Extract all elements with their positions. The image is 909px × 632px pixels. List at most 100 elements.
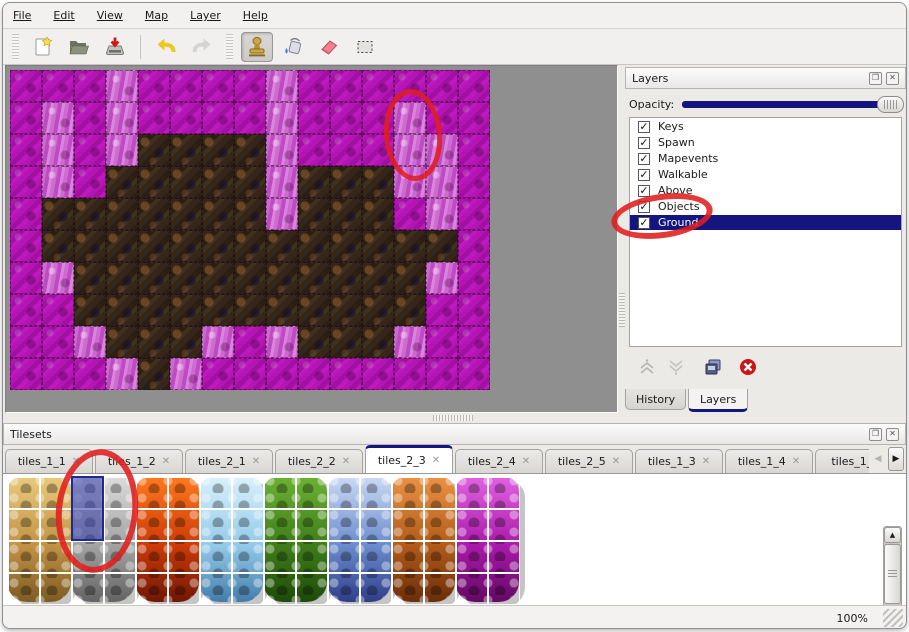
map-tile-pink-pillar[interactable] [266, 166, 298, 198]
map-tile-magenta-ground[interactable] [10, 134, 42, 166]
map-tile-dark-dirt[interactable] [138, 326, 170, 358]
scroll-tabs-right-icon[interactable]: ▶ [888, 447, 904, 471]
map-tile-magenta-ground[interactable] [10, 70, 42, 102]
opacity-slider-handle[interactable] [877, 96, 904, 113]
map-tile-magenta-ground[interactable] [234, 358, 266, 390]
map-tile-dark-dirt[interactable] [234, 230, 266, 262]
map-tile-magenta-ground[interactable] [170, 102, 202, 134]
map-tile-dark-dirt[interactable] [170, 166, 202, 198]
map-canvas[interactable] [10, 70, 490, 390]
map-tile-dark-dirt[interactable] [266, 262, 298, 294]
close-tab-icon[interactable]: ✕ [702, 456, 710, 467]
move-layer-up-icon[interactable] [637, 357, 657, 380]
redo-button[interactable] [186, 32, 218, 62]
layer-checkbox[interactable]: ✓ [638, 201, 650, 213]
map-tile-magenta-ground[interactable] [266, 358, 298, 390]
map-tile-dark-dirt[interactable] [106, 294, 138, 326]
toolbar-grip[interactable] [12, 34, 19, 60]
map-tile-dark-dirt[interactable] [74, 262, 106, 294]
map-tile-magenta-ground[interactable] [42, 70, 74, 102]
map-tile-magenta-ground[interactable] [458, 358, 490, 390]
map-tile-magenta-ground[interactable] [10, 102, 42, 134]
map-tile-magenta-ground[interactable] [42, 294, 74, 326]
map-tile-dark-dirt[interactable] [298, 230, 330, 262]
layer-checkbox[interactable]: ✓ [638, 217, 650, 229]
map-tile-magenta-ground[interactable] [426, 294, 458, 326]
scroll-tabs-left-icon[interactable]: ◀ [870, 447, 886, 471]
map-tile-pink-pillar[interactable] [42, 102, 74, 134]
map-tile-dark-dirt[interactable] [170, 198, 202, 230]
menu-item-file[interactable]: File [13, 9, 31, 22]
map-tile-dark-dirt[interactable] [170, 326, 202, 358]
layer-list[interactable]: ✓Keys✓Spawn✓Mapevents✓Walkable✓Above✓Obj… [629, 117, 902, 347]
map-tile-dark-dirt[interactable] [202, 262, 234, 294]
map-tile-pink-pillar[interactable] [426, 134, 458, 166]
map-tile-dark-dirt[interactable] [362, 294, 394, 326]
map-tile-dark-dirt[interactable] [394, 262, 426, 294]
map-tile-dark-dirt[interactable] [234, 134, 266, 166]
map-tile-magenta-ground[interactable] [298, 70, 330, 102]
map-tile-magenta-ground[interactable] [202, 102, 234, 134]
map-tile-magenta-ground[interactable] [74, 358, 106, 390]
tileset-content[interactable]: ▲ ▼ [3, 473, 906, 605]
toolbar-grip[interactable] [226, 34, 233, 60]
map-tile-dark-dirt[interactable] [266, 230, 298, 262]
tileset-tab-tiles_1_4[interactable]: tiles_1_4✕ [725, 449, 813, 473]
map-tile-pink-pillar[interactable] [266, 70, 298, 102]
close-tab-icon[interactable]: ✕ [72, 456, 80, 467]
layer-checkbox[interactable]: ✓ [638, 121, 650, 133]
map-tile-magenta-ground[interactable] [10, 262, 42, 294]
map-tile-dark-dirt[interactable] [202, 294, 234, 326]
horizontal-splitter[interactable] [3, 413, 619, 423]
open-file-button[interactable] [63, 32, 95, 62]
eraser-tool-button[interactable] [313, 32, 345, 62]
map-tile-magenta-ground[interactable] [298, 358, 330, 390]
map-tile-dark-dirt[interactable] [330, 198, 362, 230]
map-tile-dark-dirt[interactable] [170, 262, 202, 294]
map-view[interactable] [5, 65, 618, 413]
tileset-tab-tiles_1_2[interactable]: tiles_1_2✕ [95, 449, 183, 473]
map-tile-dark-dirt[interactable] [298, 198, 330, 230]
map-tile-magenta-ground[interactable] [10, 198, 42, 230]
map-tile-dark-dirt[interactable] [298, 294, 330, 326]
map-tile-magenta-ground[interactable] [394, 198, 426, 230]
map-tile-magenta-ground[interactable] [234, 70, 266, 102]
map-tile-dark-dirt[interactable] [394, 230, 426, 262]
tileset-tab-tiles_2_4[interactable]: tiles_2_4✕ [455, 449, 543, 473]
map-tile-pink-pillar[interactable] [266, 198, 298, 230]
map-tile-dark-dirt[interactable] [234, 262, 266, 294]
dock-tab-history[interactable]: History [625, 389, 686, 410]
map-tile-dark-dirt[interactable] [330, 166, 362, 198]
map-tile-dark-dirt[interactable] [42, 198, 74, 230]
map-tile-magenta-ground[interactable] [458, 326, 490, 358]
map-tile-magenta-ground[interactable] [298, 102, 330, 134]
map-tile-pink-pillar[interactable] [394, 166, 426, 198]
map-tile-dark-dirt[interactable] [138, 262, 170, 294]
map-tile-magenta-ground[interactable] [330, 70, 362, 102]
map-tile-magenta-ground[interactable] [426, 358, 458, 390]
map-tile-dark-dirt[interactable] [74, 198, 106, 230]
map-tile-magenta-ground[interactable] [10, 166, 42, 198]
map-tile-pink-pillar[interactable] [266, 102, 298, 134]
tileset-tab-tiles_2_2[interactable]: tiles_2_2✕ [275, 449, 363, 473]
map-tile-dark-dirt[interactable] [74, 230, 106, 262]
close-tab-icon[interactable]: ✕ [432, 455, 440, 466]
map-tile-pink-pillar[interactable] [74, 326, 106, 358]
map-tile-magenta-ground[interactable] [458, 230, 490, 262]
map-tile-dark-dirt[interactable] [170, 230, 202, 262]
map-tile-magenta-ground[interactable] [42, 358, 74, 390]
map-tile-dark-dirt[interactable] [138, 198, 170, 230]
delete-layer-icon[interactable] [738, 357, 758, 380]
map-tile-pink-pillar[interactable] [42, 166, 74, 198]
map-tile-dark-dirt[interactable] [106, 230, 138, 262]
map-tile-dark-dirt[interactable] [106, 262, 138, 294]
close-tab-icon[interactable]: ✕ [522, 456, 530, 467]
map-tile-dark-dirt[interactable] [362, 262, 394, 294]
map-tile-dark-dirt[interactable] [426, 230, 458, 262]
map-tile-dark-dirt[interactable] [266, 294, 298, 326]
layer-checkbox[interactable]: ✓ [638, 153, 650, 165]
select-tool-button[interactable] [349, 32, 381, 62]
map-tile-pink-pillar[interactable] [394, 134, 426, 166]
map-tile-pink-pillar[interactable] [266, 134, 298, 166]
close-tab-icon[interactable]: ✕ [792, 456, 800, 467]
